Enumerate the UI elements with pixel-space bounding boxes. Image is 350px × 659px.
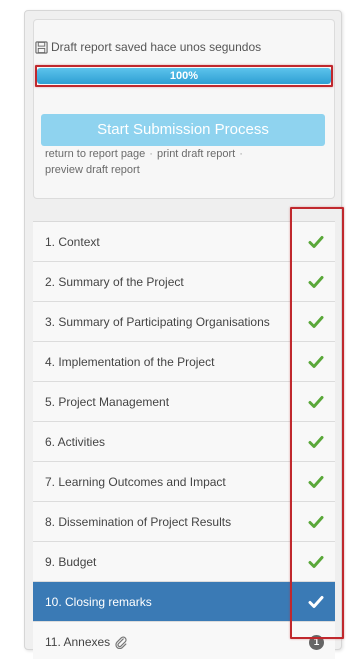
check-icon [308, 596, 324, 608]
report-section-menu: 1. Context 2. Summary of the Project 3. Su… [33, 221, 335, 659]
check-icon [308, 436, 324, 448]
menu-item-summary-of-the-project[interactable]: 2. Summary of the Project [33, 262, 335, 302]
save-status-text: Draft report saved hace unos segundos [51, 40, 262, 54]
menu-item-implementation-of-the-project[interactable]: 4. Implementation of the Project [33, 342, 335, 382]
return-to-report-link[interactable]: return to report page [45, 148, 145, 160]
menu-item-annexes[interactable]: 11. Annexes 1 [33, 622, 335, 659]
report-links: return to report page · print draft report… [45, 146, 325, 178]
check-icon [308, 396, 324, 408]
menu-item-project-management[interactable]: 5. Project Management [33, 382, 335, 422]
menu-item-label: 4. Implementation of the Project [45, 354, 215, 369]
menu-item-label: 8. Dissemination of Project Results [45, 514, 232, 529]
check-icon [308, 556, 324, 568]
menu-item-activities[interactable]: 6. Activities [33, 422, 335, 462]
save-icon [35, 40, 48, 54]
menu-item-summary-of-participating-organisations[interactable]: 3. Summary of Participating Organisation… [33, 302, 335, 342]
check-icon [308, 356, 324, 368]
report-sidebar: Draft report saved hace unos segundos 10… [24, 10, 342, 659]
menu-item-budget[interactable]: 9. Budget [33, 542, 335, 582]
menu-item-label: 9. Budget [45, 554, 97, 569]
menu-item-closing-remarks[interactable]: 10. Closing remarks [33, 582, 335, 622]
menu-item-label: 3. Summary of Participating Organisation… [45, 314, 270, 329]
menu-item-label: 11. Annexes [45, 634, 111, 649]
link-separator: · [239, 148, 243, 160]
menu-item-label: 6. Activities [45, 434, 106, 449]
menu-item-label: 10. Closing remarks [45, 594, 152, 609]
menu-item-learning-outcomes-and-impact[interactable]: 7. Learning Outcomes and Impact [33, 462, 335, 502]
progress-highlight-box [35, 65, 333, 87]
link-separator: · [149, 148, 153, 160]
start-submission-button[interactable]: Start Submission Process [41, 114, 325, 146]
paperclip-icon [115, 636, 127, 649]
check-icon [308, 316, 324, 328]
print-draft-report-link[interactable]: print draft report [157, 148, 235, 160]
check-icon [308, 476, 324, 488]
menu-item-label: 5. Project Management [45, 394, 170, 409]
preview-draft-report-link[interactable]: preview draft report [45, 164, 140, 176]
check-icon [308, 236, 324, 248]
menu-item-label: 1. Context [45, 234, 100, 249]
annex-count-badge: 1 [309, 635, 324, 650]
menu-item-label: 7. Learning Outcomes and Impact [45, 474, 226, 489]
menu-item-dissemination-of-project-results[interactable]: 8. Dissemination of Project Results [33, 502, 335, 542]
check-icon [308, 276, 324, 288]
menu-item-label: 2. Summary of the Project [45, 274, 184, 289]
menu-item-context[interactable]: 1. Context [33, 222, 335, 262]
save-status: Draft report saved hace unos segundos [35, 40, 261, 54]
check-icon [308, 516, 324, 528]
